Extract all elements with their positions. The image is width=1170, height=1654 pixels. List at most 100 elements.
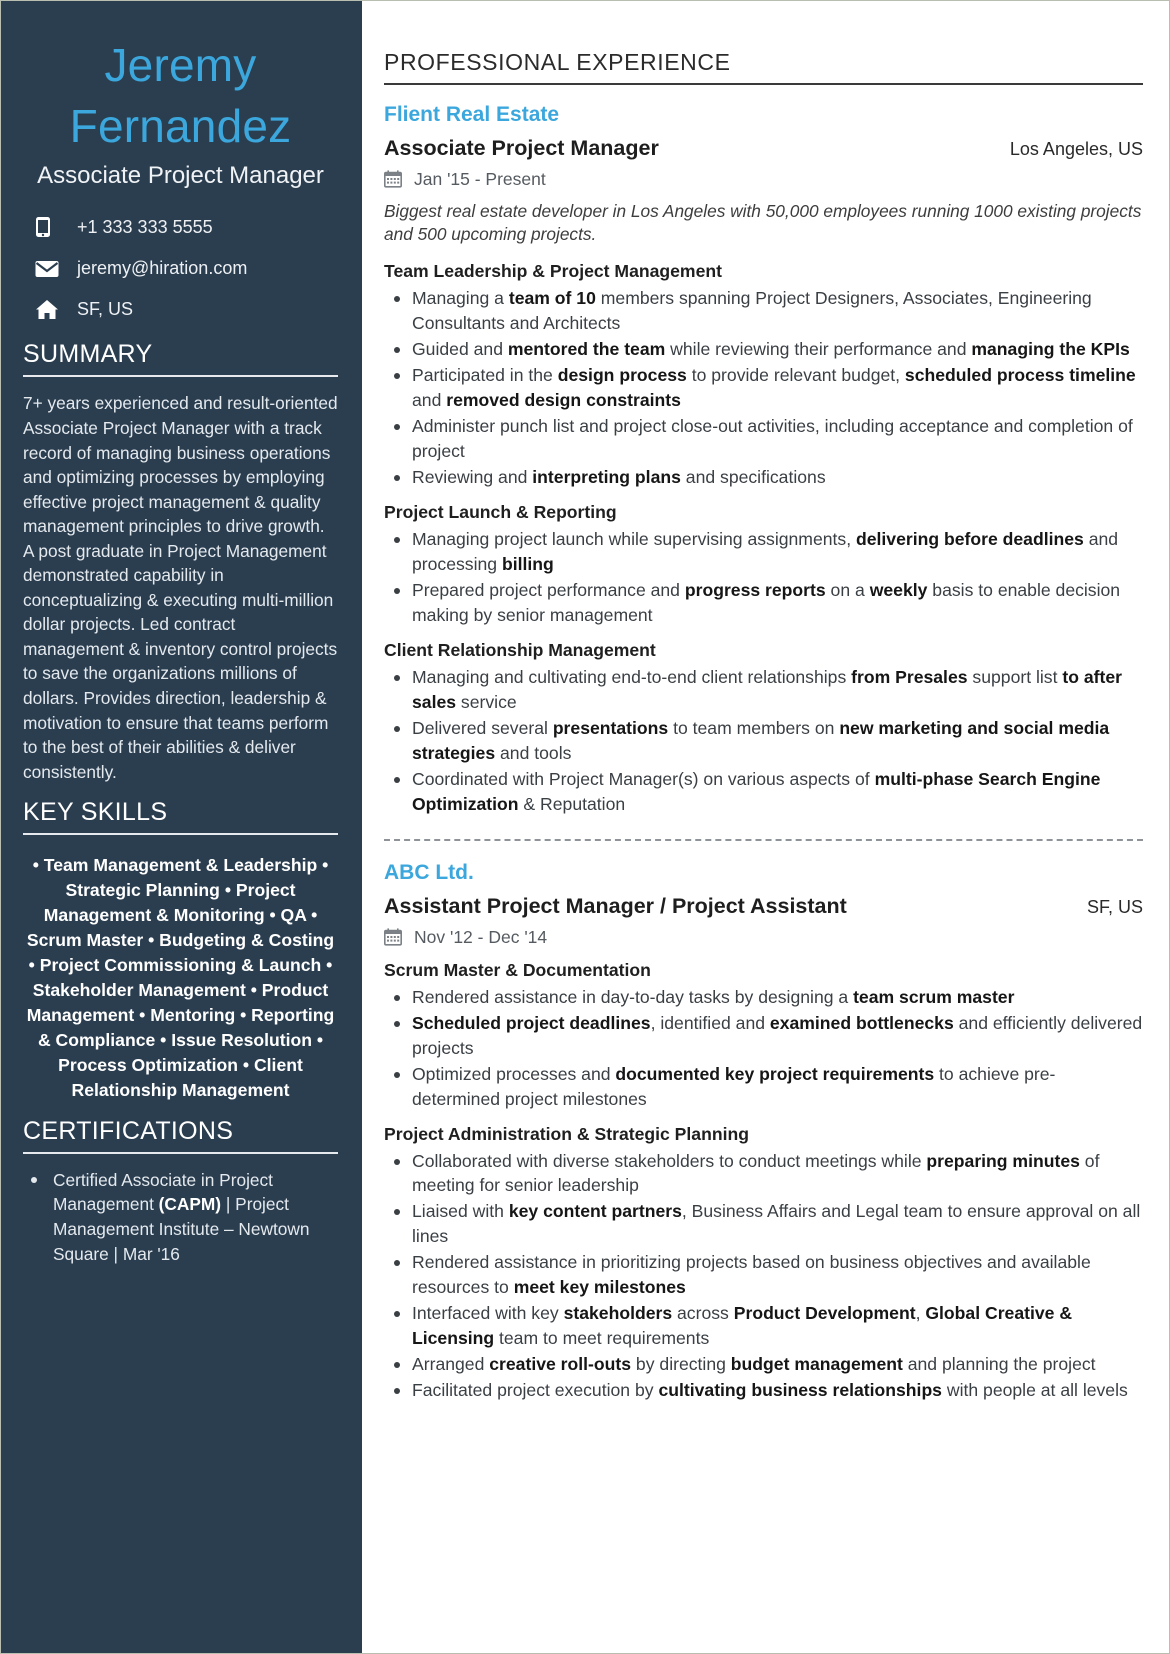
bullet-highlight: team of 10 <box>508 288 596 309</box>
job-dates: Nov '12 - Dec '14 <box>414 926 548 947</box>
certification-code: (CAPM) <box>158 1194 222 1215</box>
bullet-text: and planning the project <box>902 1354 1096 1375</box>
bullet-highlight: mentored the team <box>507 339 666 360</box>
bullet-text: by directing <box>631 1354 731 1375</box>
bullet-item: Coordinated with Project Manager(s) on v… <box>384 767 1143 817</box>
bullet-text: , <box>915 1303 926 1324</box>
company-name: Flient Real Estate <box>384 102 560 126</box>
bullet-text: Administer punch list and project close-… <box>412 416 1133 462</box>
name-block: Jeremy Fernandez <box>23 35 338 156</box>
bullet-item: Scheduled project deadlines, identified … <box>384 1011 1143 1061</box>
job-separator <box>384 838 1143 841</box>
bullet-text: Rendered assistance in day-to-day tasks … <box>412 986 854 1007</box>
bullet-item: Prepared project performance and progres… <box>384 578 1143 628</box>
experience-entry: Flient Real Estate Associate Project Mana… <box>384 103 1143 817</box>
location-value: SF, US <box>77 299 134 320</box>
home-icon <box>35 299 69 320</box>
bullet-item: Arranged creative roll-outs by directing… <box>384 1352 1143 1377</box>
bullet-text: and tools <box>495 742 572 763</box>
certification-item: Certified Associate in Project Managemen… <box>23 1168 338 1266</box>
bullet-highlight: removed design constraints <box>446 390 681 411</box>
bullet-text: to provide relevant budget, <box>686 365 905 386</box>
bullet-highlight: Scheduled project deadlines <box>412 1012 651 1033</box>
bullet-text: while reviewing their performance and <box>665 339 972 360</box>
bullet-group-title: Client Relationship Management <box>384 639 656 660</box>
bullet-item: Rendered assistance in day-to-day tasks … <box>384 985 1143 1010</box>
bullet-item: Rendered assistance in prioritizing proj… <box>384 1250 1143 1300</box>
bullet-highlight: stakeholders <box>563 1303 673 1324</box>
role-row: Associate Project Manager Los Angeles, US <box>384 136 1143 161</box>
bullet-highlight: budget management <box>730 1354 903 1375</box>
experience-divider <box>384 83 1143 85</box>
first-name: Jeremy <box>104 39 257 91</box>
contact-location: SF, US <box>35 299 338 320</box>
bullet-text: Collaborated with diverse stakeholders t… <box>412 1150 927 1171</box>
bullet-text: , identified and <box>650 1012 770 1033</box>
mobile-phone-icon <box>35 216 69 238</box>
calendar-icon <box>384 928 414 946</box>
bullet-item: Managing a team of 10 members spanning P… <box>384 286 1143 336</box>
bullet-highlight: design process <box>557 365 687 386</box>
envelope-icon <box>35 260 69 278</box>
bullet-highlight: delivering before deadlines <box>856 528 1084 549</box>
bullet-group-title: Project Administration & Strategic Plann… <box>384 1123 749 1144</box>
bullet-highlight: meet key milestones <box>513 1277 686 1298</box>
bullet-item: Guided and mentored the team while revie… <box>384 337 1143 362</box>
experience-entry: ABC Ltd. Assistant Project Manager / Proj… <box>384 861 1143 1404</box>
bullet-list: Managing a team of 10 members spanning P… <box>384 286 1143 490</box>
bullet-text: Reviewing and <box>412 467 533 487</box>
job-title: Assistant Project Manager / Project Assi… <box>384 893 847 918</box>
bullet-item: Optimized processes and documented key p… <box>384 1062 1143 1112</box>
company-name: ABC Ltd. <box>384 860 474 884</box>
summary-section: SUMMARY 7+ years experienced and result-… <box>23 340 338 784</box>
contact-email: jeremy@hiration.com <box>35 258 338 279</box>
bullet-text: Prepared project performance and <box>412 579 685 600</box>
last-name: Fernandez <box>69 99 292 152</box>
bullet-highlight: creative roll-outs <box>489 1354 632 1375</box>
phone-value: +1 333 333 5555 <box>77 216 213 237</box>
bullet-text: Delivered several <box>412 717 553 738</box>
key-skills-divider <box>23 833 338 836</box>
bullet-group-title: Project Launch & Reporting <box>384 501 617 522</box>
bullet-highlight: presentations <box>552 717 669 738</box>
bullet-item: Participated in the design process to pr… <box>384 363 1143 413</box>
sidebar: Jeremy Fernandez Associate Project Manag… <box>1 1 362 1653</box>
bullet-item: Managing and cultivating end-to-end clie… <box>384 665 1143 715</box>
job-location: SF, US <box>1086 896 1143 917</box>
bullet-text: Facilitated project execution by <box>412 1380 659 1401</box>
bullet-highlight: examined bottlenecks <box>769 1012 954 1033</box>
bullet-text: support list <box>967 666 1063 687</box>
bullet-text: Participated in the <box>412 365 558 386</box>
bullet-item: Liaised with key content partners, Busin… <box>384 1199 1143 1249</box>
headline: Associate Project Manager <box>37 162 324 190</box>
experience-section-title: PROFESSIONAL EXPERIENCE <box>384 49 731 75</box>
job-date-row: Jan '15 - Present <box>384 169 1143 190</box>
company-description: Biggest real estate developer in Los Ang… <box>384 200 1142 245</box>
bullet-highlight: key content partners <box>508 1201 682 1222</box>
bullet-highlight: preparing minutes <box>926 1150 1080 1171</box>
bullet-item: Managing project launch while supervisin… <box>384 527 1143 577</box>
bullet-list: Collaborated with diverse stakeholders t… <box>384 1149 1143 1404</box>
summary-title: SUMMARY <box>23 340 153 369</box>
bullet-item: Reviewing and interpreting plans and spe… <box>384 465 1143 490</box>
experience-list: Flient Real Estate Associate Project Mana… <box>384 103 1143 1404</box>
key-skills-title: KEY SKILLS <box>23 798 168 827</box>
bullet-highlight: documented key project requirements <box>615 1063 935 1084</box>
bullet-item: Collaborated with diverse stakeholders t… <box>384 1149 1143 1199</box>
bullet-highlight: weekly <box>869 579 928 600</box>
bullet-list: Managing project launch while supervisin… <box>384 527 1143 628</box>
bullet-text: Interfaced with key <box>412 1303 564 1324</box>
key-skills-section: KEY SKILLS • Team Management & Leadershi… <box>23 798 338 1103</box>
bullet-highlight: managing the KPIs <box>971 339 1130 360</box>
certifications-list: Certified Associate in Project Managemen… <box>23 1168 338 1266</box>
bullet-highlight: interpreting plans <box>532 467 681 487</box>
bullet-highlight: cultivating business relationships <box>658 1380 942 1401</box>
bullet-text: Liaised with <box>412 1201 509 1222</box>
bullet-highlight: billing <box>501 553 554 574</box>
bullet-group-title: Team Leadership & Project Management <box>384 261 722 282</box>
bullet-text: Managing project launch while supervisin… <box>412 528 856 549</box>
certifications-divider <box>23 1151 338 1154</box>
certifications-section: CERTIFICATIONS Certified Associate in Pr… <box>23 1117 338 1266</box>
summary-divider <box>23 375 338 378</box>
contact-phone: +1 333 333 5555 <box>35 216 338 238</box>
